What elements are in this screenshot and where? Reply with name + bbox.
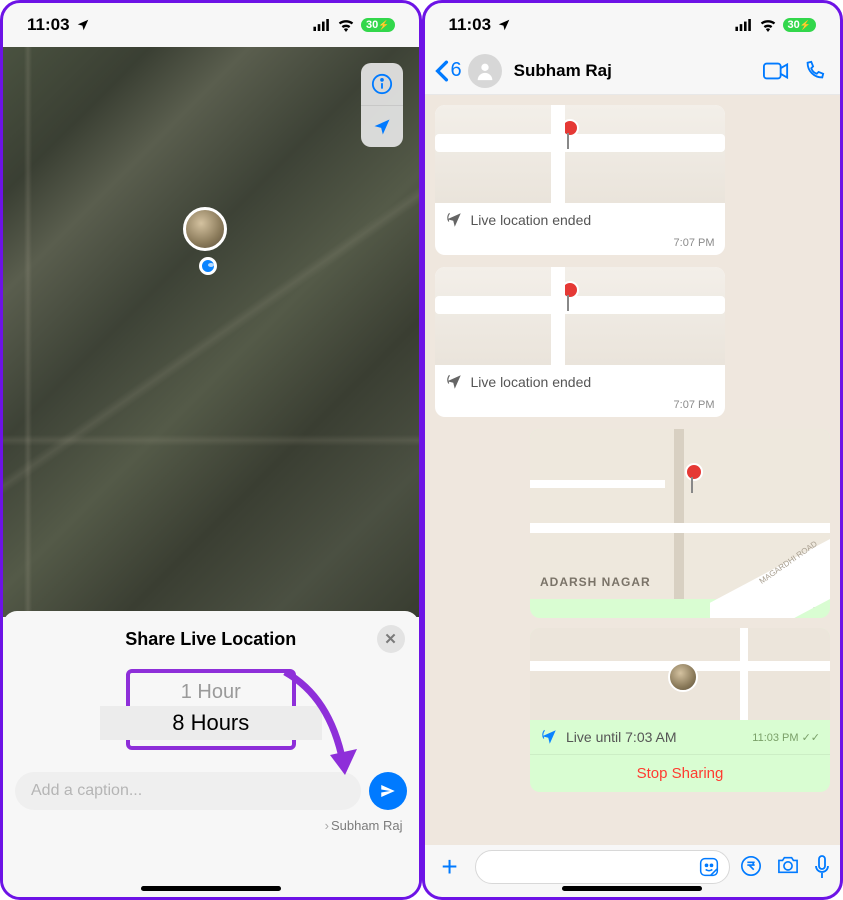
incoming-location-message[interactable]: Live location ended 7:07 PM (435, 105, 725, 255)
battery-badge: 30⚡ (783, 18, 816, 32)
map-thumbnail: ADARSH NAGAR MAGARDHI ROAD (530, 429, 830, 599)
mic-icon[interactable] (814, 855, 830, 879)
video-call-button[interactable] (760, 55, 792, 87)
current-location-dot (199, 257, 217, 275)
live-location-ended-icon (445, 211, 463, 229)
live-location-ended-icon (445, 373, 463, 391)
duration-option-8h[interactable]: 8 Hours (100, 710, 322, 736)
duration-option-1h[interactable]: 1 Hour (130, 681, 292, 704)
clock: 11:03 (27, 15, 70, 35)
location-status: Live location ended (471, 212, 592, 228)
message-time: 7:07 PM (435, 399, 725, 417)
wifi-icon (759, 19, 777, 32)
message-input[interactable] (475, 850, 731, 884)
caption-input[interactable]: Add a caption... (15, 772, 361, 810)
satellite-map[interactable] (3, 47, 419, 617)
close-sheet-button[interactable]: ✕ (377, 625, 405, 653)
back-button[interactable]: 6 (435, 59, 462, 82)
share-location-sheet: Share Live Location ✕ 1 Hour 8 Hours Add… (3, 611, 419, 897)
camera-icon[interactable] (776, 855, 800, 875)
sticker-icon[interactable] (699, 857, 719, 877)
contact-name[interactable]: Subham Raj (514, 61, 754, 81)
incoming-location-message[interactable]: Live location ended 7:07 PM (435, 267, 725, 417)
send-button[interactable] (369, 772, 407, 810)
chat-input-bar: + (425, 845, 841, 889)
message-time: 7:07 PM (435, 237, 725, 255)
user-avatar-pin[interactable] (183, 207, 227, 251)
stop-sharing-button[interactable]: Stop Sharing (530, 754, 830, 792)
home-indicator[interactable] (141, 886, 281, 891)
contact-avatar[interactable] (468, 54, 502, 88)
map-thumbnail (530, 628, 830, 720)
map-thumbnail (435, 105, 725, 203)
left-screenshot: 11:03 30⚡ Share Live Location ✕ 1 Hour (0, 0, 422, 900)
cellular-icon (313, 19, 331, 31)
locate-me-button[interactable] (361, 105, 403, 147)
status-bar: 11:03 30⚡ (3, 3, 419, 47)
live-location-active-icon (540, 728, 558, 746)
voice-call-button[interactable] (798, 55, 830, 87)
chat-body[interactable]: Live location ended 7:07 PM Live locatio… (425, 95, 841, 845)
location-arrow-icon (76, 18, 90, 32)
status-bar: 11:03 30⚡ (425, 3, 841, 47)
right-screenshot: 11:03 30⚡ 6 Subham Raj (422, 0, 843, 900)
outgoing-live-location-message[interactable]: Live until 7:03 AM 11:03 PM✓✓ Stop Shari… (530, 628, 830, 792)
read-ticks-icon: ✓✓ (802, 731, 820, 744)
duration-picker[interactable]: 1 Hour 8 Hours (126, 669, 296, 750)
attach-button[interactable]: + (435, 851, 465, 883)
live-until-text: Live until 7:03 AM (566, 729, 744, 745)
outgoing-location-message[interactable]: ADARSH NAGAR MAGARDHI ROAD 10:58 PM✓✓ (530, 429, 830, 618)
message-time: 11:03 PM✓✓ (752, 731, 820, 744)
sheet-title: Share Live Location (125, 629, 296, 650)
location-arrow-icon (497, 18, 511, 32)
location-status: Live location ended (471, 374, 592, 390)
clock: 11:03 (449, 15, 492, 35)
cellular-icon (735, 19, 753, 31)
chat-header: 6 Subham Raj (425, 47, 841, 95)
wifi-icon (337, 19, 355, 32)
map-controls (361, 63, 403, 147)
map-thumbnail (435, 267, 725, 365)
payment-icon[interactable] (740, 855, 762, 877)
user-avatar-pin (668, 662, 698, 692)
region-label: ADARSH NAGAR (540, 575, 651, 589)
home-indicator[interactable] (562, 886, 702, 891)
map-info-button[interactable] (361, 63, 403, 105)
recipient-row[interactable]: ›Subham Raj (15, 818, 407, 833)
battery-badge: 30⚡ (361, 18, 394, 32)
